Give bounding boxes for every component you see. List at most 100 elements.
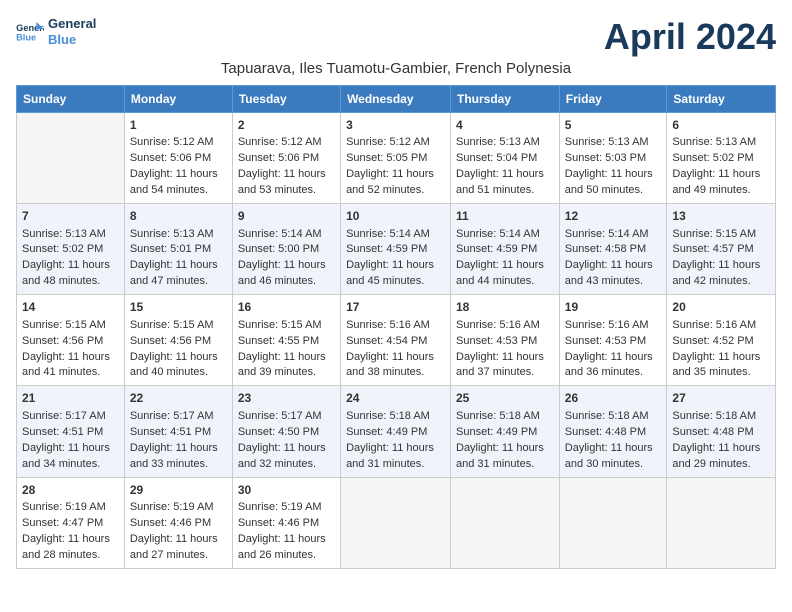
calendar-cell: 19Sunrise: 5:16 AMSunset: 4:53 PMDayligh… [559,295,667,386]
logo-blue: Blue [48,32,96,48]
col-header-monday: Monday [124,86,232,113]
sunset-text: Sunset: 5:02 PM [672,151,770,167]
daylight-text: Daylight: 11 hours and 49 minutes. [672,167,770,199]
daylight-text: Daylight: 11 hours and 26 minutes. [238,532,335,564]
sunrise-text: Sunrise: 5:14 AM [346,227,445,243]
calendar-cell [17,113,125,204]
sunrise-text: Sunrise: 5:13 AM [565,135,662,151]
calendar-cell: 16Sunrise: 5:15 AMSunset: 4:55 PMDayligh… [232,295,340,386]
day-number: 20 [672,299,770,316]
calendar-cell: 9Sunrise: 5:14 AMSunset: 5:00 PMDaylight… [232,204,340,295]
sunrise-text: Sunrise: 5:18 AM [456,409,554,425]
daylight-text: Daylight: 11 hours and 39 minutes. [238,350,335,382]
sunrise-text: Sunrise: 5:16 AM [565,318,662,334]
daylight-text: Daylight: 11 hours and 40 minutes. [130,350,227,382]
calendar-cell: 5Sunrise: 5:13 AMSunset: 5:03 PMDaylight… [559,113,667,204]
logo-icon: General Blue [16,20,44,44]
day-number: 2 [238,117,335,134]
calendar-cell: 14Sunrise: 5:15 AMSunset: 4:56 PMDayligh… [17,295,125,386]
sunset-text: Sunset: 4:48 PM [565,425,662,441]
day-number: 25 [456,390,554,407]
sunrise-text: Sunrise: 5:16 AM [346,318,445,334]
calendar-cell: 18 Sunrise: 5:16 AMSunset: 4:53 PMDayligh… [451,295,560,386]
calendar-cell [451,477,560,568]
daylight-text: Daylight: 11 hours and 46 minutes. [238,258,335,290]
day-number: 26 [565,390,662,407]
sunrise-text: Sunrise: 5:13 AM [22,227,119,243]
sunrise-text: Sunrise: 5:13 AM [130,227,227,243]
col-header-friday: Friday [559,86,667,113]
day-number: 3 [346,117,445,134]
sunset-text: Sunset: 4:46 PM [238,516,335,532]
daylight-text: Daylight: 11 hours and 36 minutes. [565,350,662,382]
sunset-text: Sunset: 5:06 PM [130,151,227,167]
daylight-text: Daylight: 11 hours and 50 minutes. [565,167,662,199]
sunrise-text: Sunrise: 5:15 AM [22,318,119,334]
calendar-cell: 4Sunrise: 5:13 AMSunset: 5:04 PMDaylight… [451,113,560,204]
sunset-text: Sunset: 4:51 PM [130,425,227,441]
sunrise-text: Sunrise: 5:16 AM [672,318,770,334]
sunset-text: Sunset: 5:00 PM [238,242,335,258]
calendar-cell: 30Sunrise: 5:19 AMSunset: 4:46 PMDayligh… [232,477,340,568]
daylight-text: Daylight: 11 hours and 33 minutes. [130,441,227,473]
sunset-text: Sunset: 4:47 PM [22,516,119,532]
sunset-text: Sunset: 5:03 PM [565,151,662,167]
sunset-text: Sunset: 4:55 PM [238,334,335,350]
col-header-thursday: Thursday [451,86,560,113]
calendar-cell: 29Sunrise: 5:19 AMSunset: 4:46 PMDayligh… [124,477,232,568]
calendar-cell: 20Sunrise: 5:16 AMSunset: 4:52 PMDayligh… [667,295,776,386]
calendar-cell: 6Sunrise: 5:13 AMSunset: 5:02 PMDaylight… [667,113,776,204]
day-number: 18 [456,299,554,316]
sunrise-text: Sunrise: 5:16 AM [456,318,554,334]
day-number: 24 [346,390,445,407]
sunrise-text: Sunrise: 5:17 AM [22,409,119,425]
calendar-cell: 26 Sunrise: 5:18 AMSunset: 4:48 PMDayligh… [559,386,667,477]
subtitle: Tapuarava, Iles Tuamotu-Gambier, French … [16,60,776,77]
sunset-text: Sunset: 5:04 PM [456,151,554,167]
sunrise-text: Sunrise: 5:12 AM [238,135,335,151]
day-number: 28 [22,482,119,499]
calendar-cell: 25Sunrise: 5:18 AMSunset: 4:49 PMDayligh… [451,386,560,477]
daylight-text: Daylight: 11 hours and 44 minutes. [456,258,554,290]
daylight-text: Daylight: 11 hours and 43 minutes. [565,258,662,290]
sunset-text: Sunset: 5:06 PM [238,151,335,167]
month-title: April 2024 [604,16,776,58]
day-number: 7 [22,208,119,225]
day-number: 12 [565,208,662,225]
day-number: 29 [130,482,227,499]
daylight-text: Daylight: 11 hours and 38 minutes. [346,350,445,382]
sunrise-text: Sunrise: 5:14 AM [565,227,662,243]
daylight-text: Daylight: 11 hours and 27 minutes. [130,532,227,564]
sunset-text: Sunset: 4:49 PM [346,425,445,441]
sunset-text: Sunset: 4:59 PM [346,242,445,258]
calendar-cell: 28Sunrise: 5:19 AMSunset: 4:47 PMDayligh… [17,477,125,568]
daylight-text: Daylight: 11 hours and 30 minutes. [565,441,662,473]
daylight-text: Daylight: 11 hours and 53 minutes. [238,167,335,199]
daylight-text: Daylight: 11 hours and 31 minutes. [456,441,554,473]
day-number: 21 [22,390,119,407]
day-number: 9 [238,208,335,225]
sunset-text: Sunset: 4:51 PM [22,425,119,441]
calendar-cell [667,477,776,568]
sunrise-text: Sunrise: 5:19 AM [238,500,335,516]
day-number: 22 [130,390,227,407]
sunset-text: Sunset: 4:53 PM [456,334,554,350]
sunrise-text: Sunrise: 5:14 AM [456,227,554,243]
calendar-cell: 22Sunrise: 5:17 AMSunset: 4:51 PMDayligh… [124,386,232,477]
sunrise-text: Sunrise: 5:18 AM [565,409,662,425]
calendar-cell: 17Sunrise: 5:16 AMSunset: 4:54 PMDayligh… [341,295,451,386]
sunrise-text: Sunrise: 5:12 AM [346,135,445,151]
day-number: 6 [672,117,770,134]
calendar-cell: 3Sunrise: 5:12 AMSunset: 5:05 PMDaylight… [341,113,451,204]
calendar-cell: 15Sunrise: 5:15 AMSunset: 4:56 PMDayligh… [124,295,232,386]
sunset-text: Sunset: 5:02 PM [22,242,119,258]
sunset-text: Sunset: 4:53 PM [565,334,662,350]
day-number: 10 [346,208,445,225]
sunset-text: Sunset: 4:56 PM [130,334,227,350]
daylight-text: Daylight: 11 hours and 37 minutes. [456,350,554,382]
calendar-cell: 13Sunrise: 5:15 AMSunset: 4:57 PMDayligh… [667,204,776,295]
day-number: 27 [672,390,770,407]
daylight-text: Daylight: 11 hours and 41 minutes. [22,350,119,382]
calendar-table: SundayMondayTuesdayWednesdayThursdayFrid… [16,85,776,569]
calendar-cell: 10Sunrise: 5:14 AMSunset: 4:59 PMDayligh… [341,204,451,295]
